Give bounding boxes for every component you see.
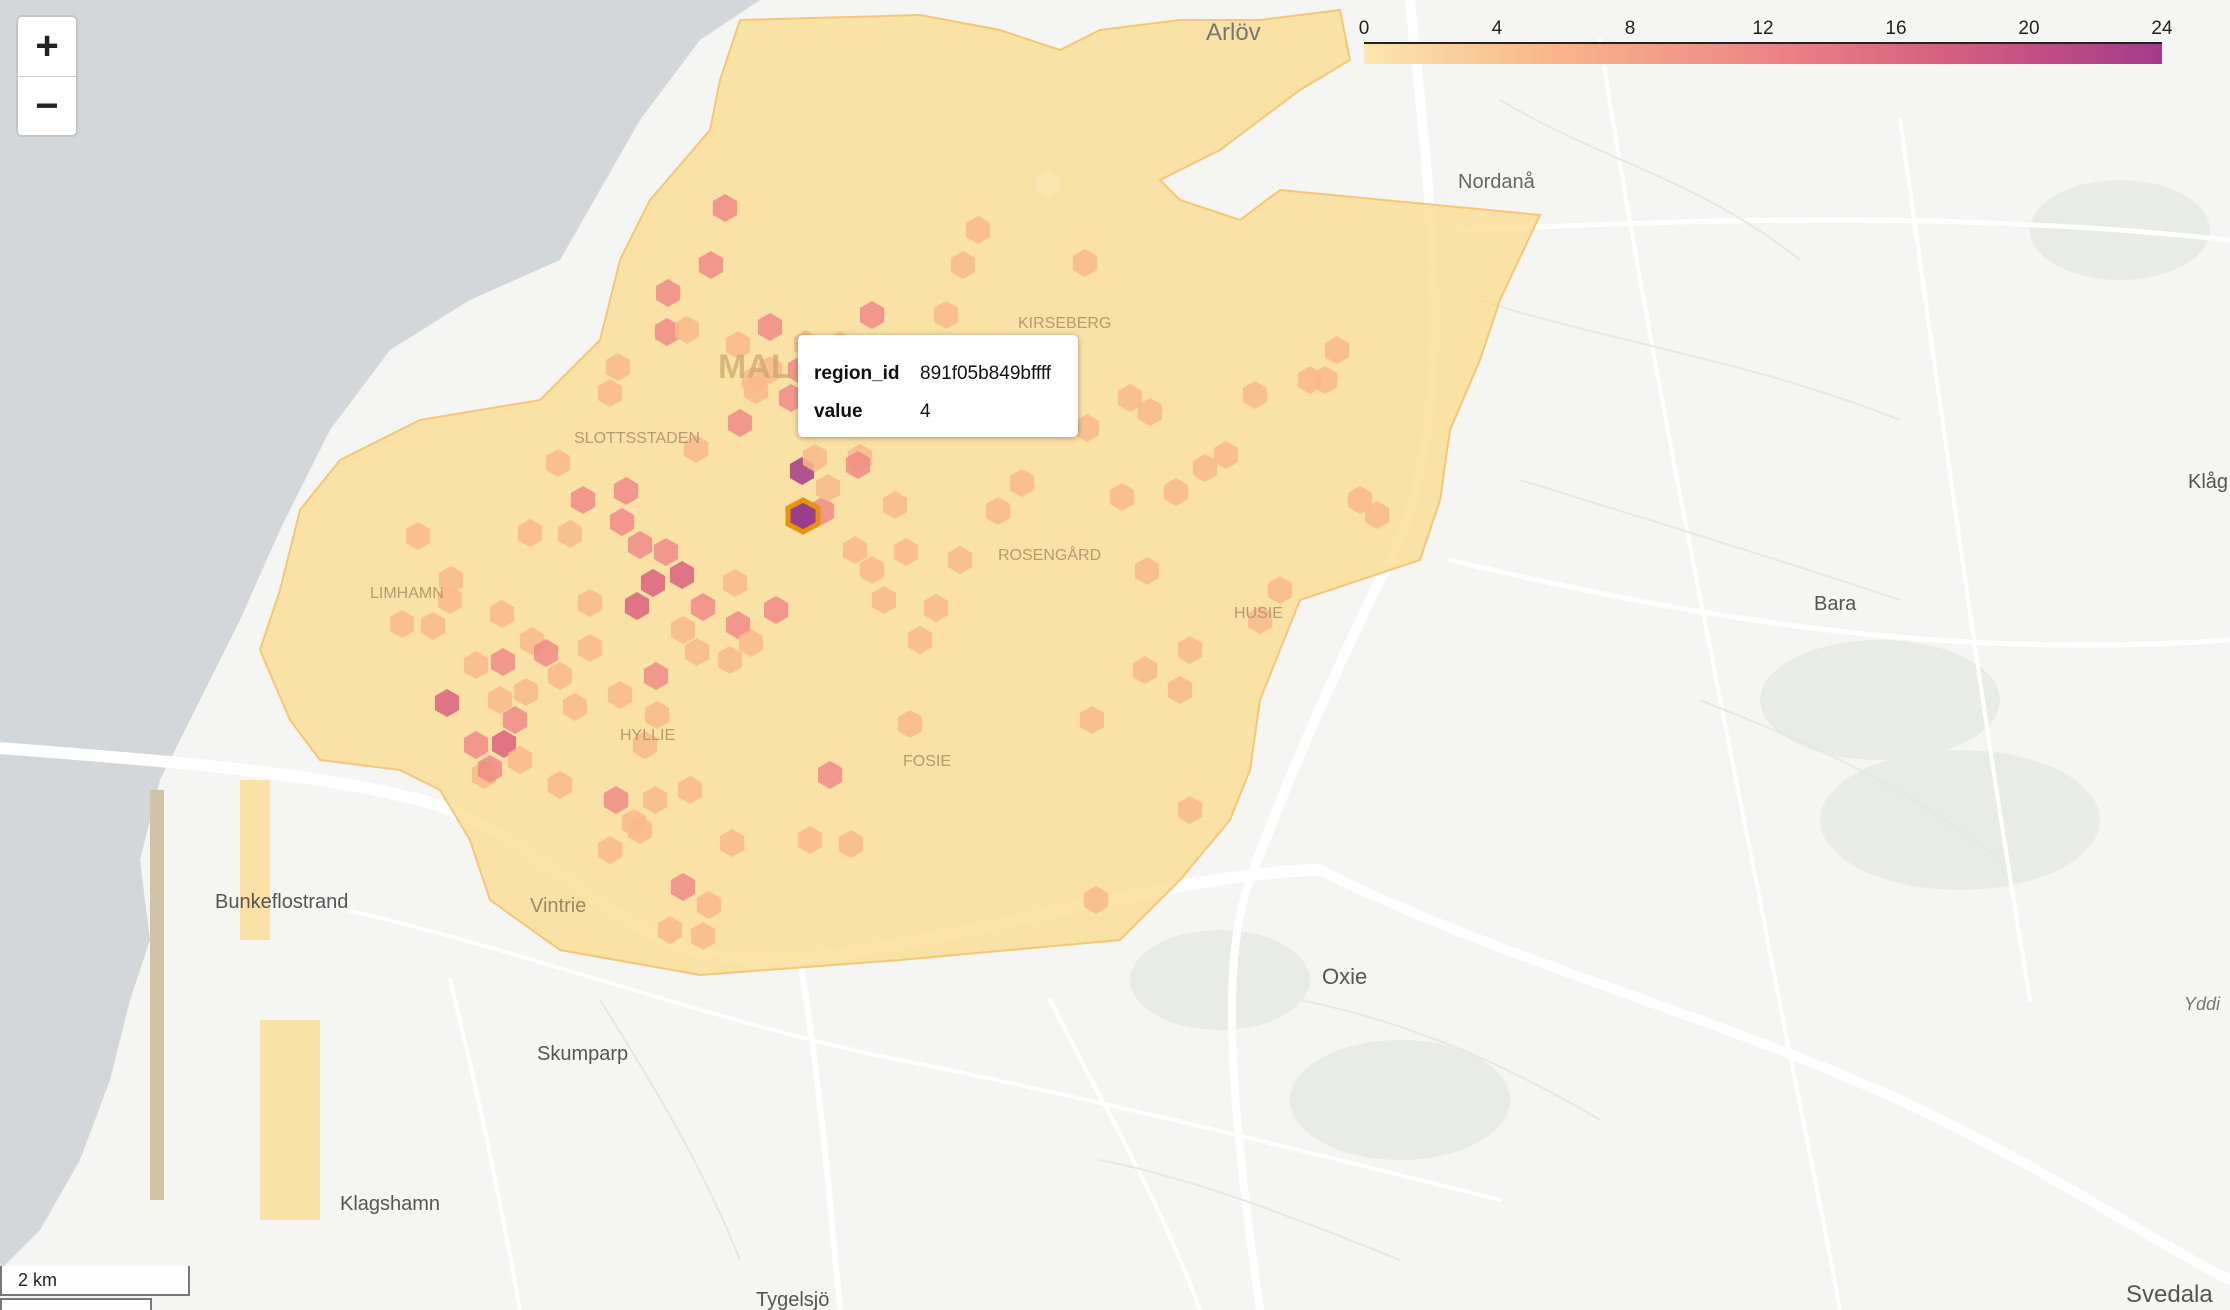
tooltip-region-id-label: region_id [814,363,900,384]
label-kirseberg: KIRSEBERG [1018,315,1111,332]
scale-bar-imperial [0,1298,152,1310]
label-yddingen: Yddi [2184,994,2221,1014]
hex-tooltip: region_id 891f05b849bffff value 4 [798,335,1078,437]
label-rosengard: ROSENGÅRD [998,545,1101,564]
label-oxie: Oxie [1322,964,1367,989]
label-tygelsjo: Tygelsjö [756,1289,829,1310]
color-legend: 0 4 8 12 16 20 24 [1356,18,2173,68]
legend-tick: 8 [1624,18,1636,39]
label-bunkeflostrand: Bunkeflostrand [215,891,348,913]
label-hyllie: HYLLIE [620,727,675,744]
scale-label: 2 km [18,1270,58,1290]
zoom-in-button[interactable]: + [18,17,76,76]
label-malmo: MAL [718,348,792,386]
legend-color-bar [1364,42,2162,64]
label-svedala: Svedala [2126,1281,2213,1308]
legend-ticks: 0 4 8 12 16 20 24 [1356,18,2173,42]
legend-tick: 16 [1885,18,1907,39]
legend-tick: 0 [1358,18,1370,39]
label-klagshamn: Klagshamn [340,1193,440,1215]
label-klagerup: Klåg [2188,471,2228,493]
legend-tick: 12 [1752,18,1774,39]
tooltip-value-label: value [814,401,863,422]
tooltip-value-value: 4 [920,401,931,422]
label-fosie: FOSIE [903,753,951,770]
label-bara: Bara [1814,593,1857,615]
map-canvas[interactable]: Arlöv Nordanå KIRSEBERG MAL SLOTTSSTADEN… [0,0,2230,1310]
zoom-out-button[interactable]: − [18,76,76,135]
scale-bar: 2 km [0,1266,190,1296]
zoom-control: + − [16,15,78,137]
legend-tick: 4 [1491,18,1503,39]
bridge-causeway [150,790,164,1200]
label-skumparp: Skumparp [537,1043,628,1065]
tooltip-region-id-value: 891f05b849bffff [920,363,1052,384]
coastal-area [260,1020,320,1220]
label-husie: HUSIE [1234,605,1283,622]
legend-tick: 20 [2018,18,2040,39]
legend-tick: 24 [2151,18,2173,39]
label-nordana: Nordanå [1458,171,1536,193]
label-limhamn: LIMHAMN [370,585,444,602]
label-slottsstaden: SLOTTSSTADEN [574,430,700,447]
coastal-area-north [240,780,270,940]
selected-hex[interactable] [785,497,821,535]
label-vintrie: Vintrie [530,895,586,917]
label-arlov: Arlöv [1206,19,1261,46]
